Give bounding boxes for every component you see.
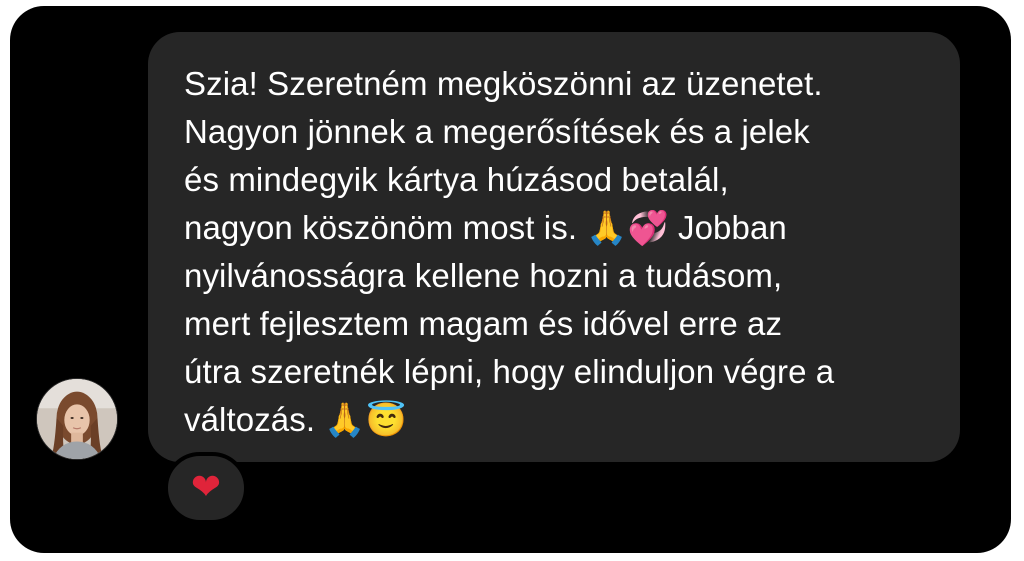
reaction-badge[interactable]: ❤ — [164, 452, 248, 524]
message-text: Szia! Szeretném megköszönni az üzenetet.… — [184, 65, 835, 438]
avatar-photo — [37, 379, 117, 459]
message-bubble[interactable]: Szia! Szeretném megköszönni az üzenetet.… — [148, 32, 960, 462]
sender-avatar[interactable] — [36, 378, 118, 460]
red-heart-icon: ❤ — [190, 467, 222, 508]
chat-window: Szia! Szeretném megköszönni az üzenetet.… — [10, 6, 1011, 553]
